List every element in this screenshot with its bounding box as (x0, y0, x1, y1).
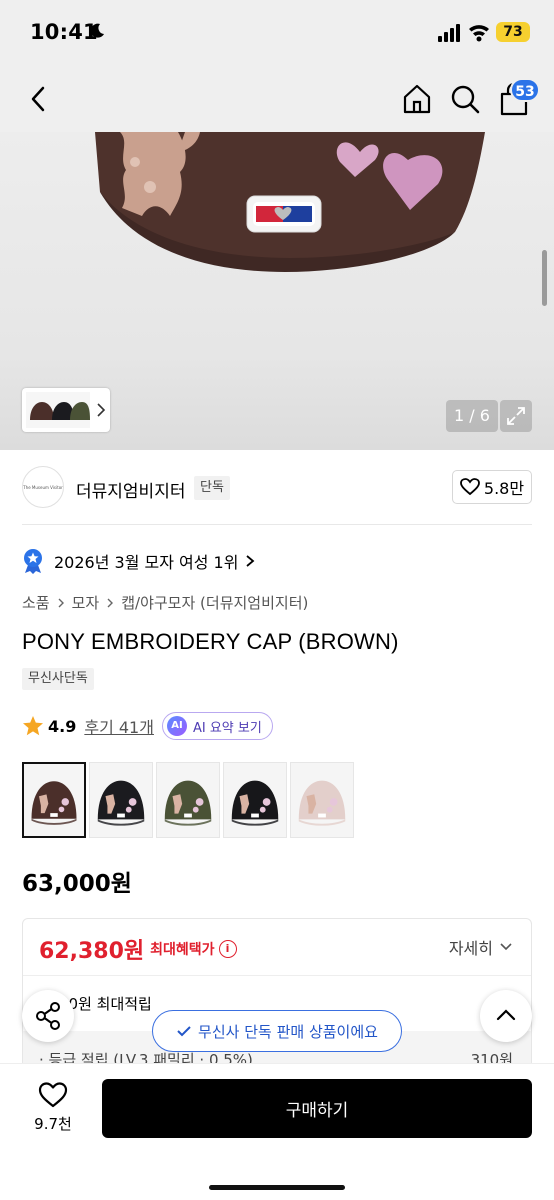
chevron-right-icon (107, 598, 114, 607)
product-price: 63,000원 (22, 871, 132, 897)
brand-like-button[interactable]: 5.8만 (452, 470, 532, 504)
color-option-pink[interactable] (290, 762, 354, 838)
divider (22, 524, 532, 525)
star-icon (23, 716, 43, 736)
ai-icon: AI (166, 716, 187, 736)
color-options (22, 762, 354, 838)
ai-summary-button[interactable]: AI AI 요약 보기 (161, 712, 273, 740)
cart-count-badge: 53 (510, 78, 540, 102)
buy-button[interactable]: 구매하기 (102, 1079, 532, 1138)
cap-thumbnail (164, 780, 212, 826)
top-nav: 53 (0, 66, 554, 132)
signal-icon (438, 24, 460, 42)
home-indicator (209, 1185, 345, 1190)
breadcrumb-item[interactable]: 소품 (22, 592, 50, 613)
color-option-black[interactable] (89, 762, 153, 838)
home-icon[interactable] (401, 83, 433, 115)
color-option-camo[interactable] (156, 762, 220, 838)
info-icon[interactable]: i (218, 940, 237, 958)
scroll-indicator (542, 250, 547, 306)
divider (23, 975, 531, 976)
scroll-top-button[interactable] (480, 990, 532, 1042)
chevron-right-icon (58, 598, 64, 607)
benefit-detail-button[interactable]: 자세히 (449, 935, 513, 959)
share-button[interactable] (22, 990, 74, 1042)
ranking-link[interactable]: 2026년 3월 모자 여성 1위 (22, 548, 256, 574)
cap-thumbnail (31, 781, 77, 825)
wishlist-count: 9.7천 (34, 1115, 72, 1133)
max-benefit-price: 62,380원 (39, 939, 145, 964)
heart-icon (38, 1082, 68, 1108)
breadcrumb-item[interactable]: 모자 (72, 592, 100, 613)
exclusive-toast: 무신사 단독 판매 상품이에요 (152, 1010, 402, 1052)
color-option-brown[interactable] (22, 762, 86, 838)
product-title: PONY EMBROIDERY CAP (BROWN) (22, 629, 399, 654)
color-option-black-2[interactable] (223, 762, 287, 838)
ranking-text: 2026년 3월 모자 여성 1위 (54, 553, 239, 572)
chevron-right-icon (246, 555, 255, 567)
benefit-detail-label: 자세히 (448, 939, 493, 958)
ranking-medal-icon (24, 549, 42, 574)
gallery-thumbnails-preview (26, 392, 106, 428)
search-icon[interactable] (449, 83, 481, 115)
toast-text: 무신사 단독 판매 상품이에요 (198, 1022, 378, 1041)
brand-name[interactable]: 더뮤지엄비지터 (76, 477, 185, 502)
rating-score: 4.9 (48, 716, 77, 736)
cap-thumbnail (298, 780, 346, 826)
breadcrumb: 소품 모자 캡/야구모자 (더뮤지엄비지터) (22, 592, 308, 613)
chevron-down-icon (500, 943, 512, 951)
expand-icon[interactable] (500, 400, 532, 432)
max-benefit-row: 62,380원 최대혜택가 i (39, 933, 237, 965)
max-benefit-label: 최대혜택가 (150, 942, 215, 958)
share-icon (36, 1002, 60, 1030)
battery-indicator: 73 (496, 22, 530, 42)
breadcrumb-item[interactable]: 캡/야구모자 (더뮤지엄비지터) (121, 592, 308, 613)
image-page-counter: 1 / 6 (446, 400, 498, 432)
moon-icon (90, 23, 104, 38)
cap-thumbnail (97, 780, 145, 826)
chevron-up-icon (496, 1009, 516, 1021)
check-icon (177, 1026, 191, 1037)
gallery-thumbnails-button[interactable] (22, 388, 110, 432)
cap-thumbnail (231, 780, 279, 826)
brand-logo[interactable]: The Museum Visitor (22, 466, 64, 508)
reviews-link[interactable]: 후기 41개 (84, 714, 154, 738)
brand-exclusive-badge: 단독 (194, 476, 230, 500)
back-arrow-icon[interactable] (24, 84, 54, 114)
status-bar: 10:41 73 (0, 0, 554, 66)
ai-summary-label: AI 요약 보기 (192, 720, 262, 736)
heart-icon (460, 478, 480, 496)
rating-row: 4.9 후기 41개 AI AI 요약 보기 (22, 712, 273, 740)
wifi-icon (469, 25, 489, 42)
exclusive-tag: 무신사단독 (22, 668, 94, 690)
brand-like-count: 5.8만 (483, 479, 525, 498)
